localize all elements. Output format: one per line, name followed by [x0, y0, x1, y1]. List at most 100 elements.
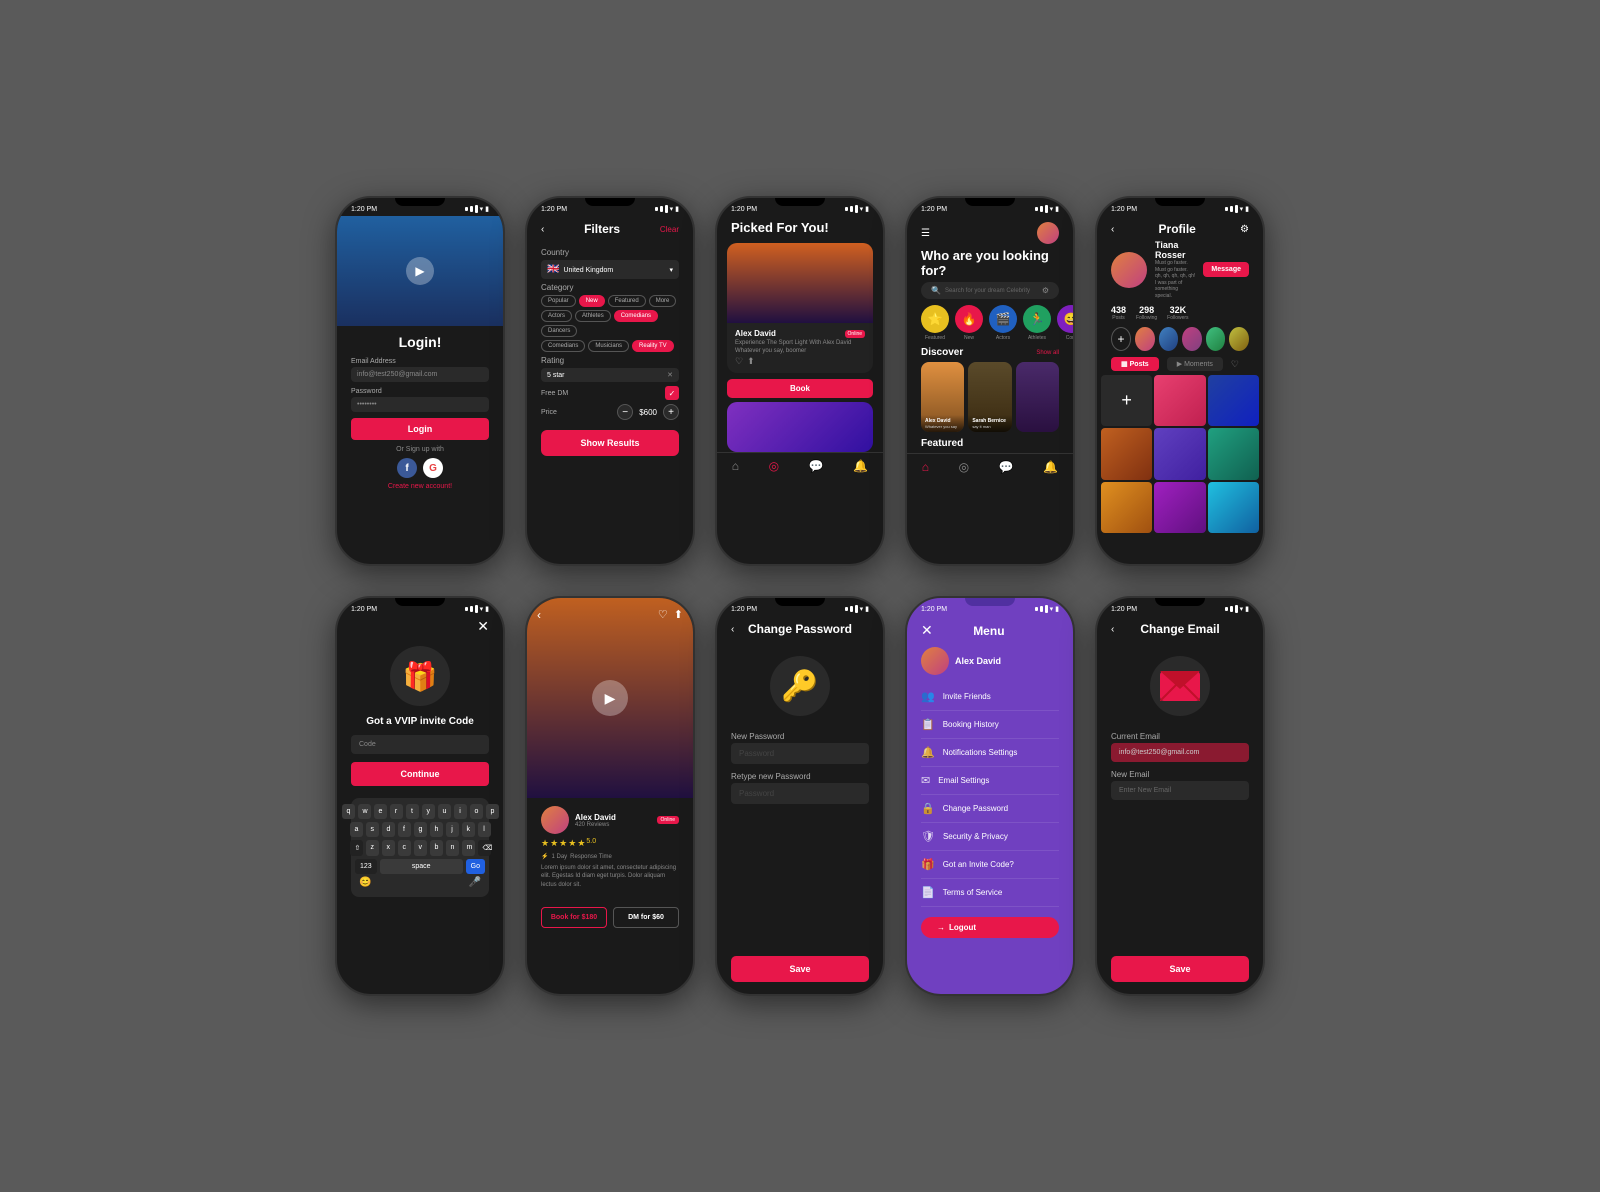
pw-back-button[interactable]: ‹ — [731, 624, 734, 635]
tag-dancers[interactable]: Dancers — [541, 325, 577, 337]
tag-musicians[interactable]: Musicians — [588, 340, 629, 352]
key-u[interactable]: u — [438, 804, 451, 819]
wishlist-icon[interactable]: ♡ — [1231, 359, 1239, 370]
grid-cell-3[interactable] — [1101, 428, 1152, 479]
new-email-input[interactable]: Enter New Email — [1111, 781, 1249, 800]
key-backspace[interactable]: ⌫ — [478, 840, 491, 856]
tag-reality[interactable]: Reality TV — [632, 340, 674, 352]
cat-featured[interactable]: ⭐ Featured — [921, 305, 949, 341]
tab-moments[interactable]: ▶ Moments — [1167, 357, 1223, 371]
password-input[interactable]: •••••••• — [351, 397, 489, 412]
key-q[interactable]: q — [342, 804, 355, 819]
video-share-icon[interactable]: ⬆ — [674, 608, 683, 621]
key-t[interactable]: t — [406, 804, 419, 819]
back-button-filters[interactable]: ‹ — [541, 224, 544, 235]
price-minus[interactable]: − — [617, 404, 633, 420]
price-plus[interactable]: + — [663, 404, 679, 420]
key-s[interactable]: s — [366, 822, 379, 837]
video-play-button[interactable]: ▶ — [592, 680, 628, 716]
settings-icon[interactable]: ⚙ — [1240, 224, 1249, 235]
save-password-button[interactable]: Save — [731, 956, 869, 982]
menu-security[interactable]: 🛡 Security & Privacy — [921, 823, 1059, 851]
add-follow-button[interactable]: + — [1111, 327, 1131, 351]
video-heart-icon[interactable]: ♡ — [658, 608, 668, 621]
menu-change-password[interactable]: 🔒 Change Password — [921, 795, 1059, 823]
grid-cell-2[interactable] — [1208, 375, 1259, 426]
rating-row[interactable]: 5 star ✕ — [541, 368, 679, 382]
nav-home-4[interactable]: ⌂ — [922, 460, 929, 474]
grid-add-cell[interactable]: + — [1101, 375, 1152, 426]
key-w[interactable]: w — [358, 804, 371, 819]
menu-terms[interactable]: 📄 Terms of Service — [921, 879, 1059, 907]
tag-new[interactable]: New — [579, 295, 605, 307]
logout-button[interactable]: → Logout — [921, 917, 1059, 938]
save-email-button[interactable]: Save — [1111, 956, 1249, 982]
code-input[interactable]: Code — [351, 735, 489, 754]
key-go[interactable]: Go — [466, 859, 485, 874]
book-for-button[interactable]: Book for $180 — [541, 907, 607, 928]
tag-popular[interactable]: Popular — [541, 295, 576, 307]
menu-email-settings[interactable]: ✉ Email Settings — [921, 767, 1059, 795]
key-p[interactable]: p — [486, 804, 499, 819]
free-dm-checkbox[interactable]: ✓ — [665, 386, 679, 400]
close-button[interactable]: ✕ — [477, 618, 489, 635]
key-j[interactable]: j — [446, 822, 459, 837]
tag-featured[interactable]: Featured — [608, 295, 646, 307]
key-h[interactable]: h — [430, 822, 443, 837]
tag-more[interactable]: More — [649, 295, 677, 307]
nav-messages-4[interactable]: 💬 — [999, 460, 1014, 474]
message-button[interactable]: Message — [1203, 262, 1249, 277]
key-shift[interactable]: ⇧ — [350, 840, 363, 856]
menu-icon[interactable]: ☰ — [921, 228, 930, 239]
key-space[interactable]: space — [380, 859, 463, 874]
key-f[interactable]: f — [398, 822, 411, 837]
tag-comedians[interactable]: Comedians — [614, 310, 658, 322]
current-email-input[interactable]: info@test250@gmail.com — [1111, 743, 1249, 762]
discover-card-1[interactable]: Alex David Whatever you say — [921, 362, 964, 432]
email-input[interactable]: info@test250@gmail.com — [351, 367, 489, 382]
new-pw-input[interactable]: Password — [731, 743, 869, 764]
key-n[interactable]: n — [446, 840, 459, 856]
key-r[interactable]: r — [390, 804, 403, 819]
discover-card-2[interactable]: Sarah Bernice say it man — [968, 362, 1011, 432]
tag-comedians2[interactable]: Comedians — [541, 340, 585, 352]
key-z[interactable]: z — [366, 840, 379, 856]
retype-pw-input[interactable]: Password — [731, 783, 869, 804]
menu-booking-history[interactable]: 📋 Booking History — [921, 711, 1059, 739]
nav-notifications-4[interactable]: 🔔 — [1043, 460, 1058, 474]
grid-cell-8[interactable] — [1208, 482, 1259, 533]
video-back-button[interactable]: ‹ — [537, 608, 541, 622]
cat-new[interactable]: 🔥 New — [955, 305, 983, 341]
key-m[interactable]: m — [462, 840, 475, 856]
show-all-link[interactable]: Show all — [1036, 350, 1059, 356]
tab-posts[interactable]: ▦ Posts — [1111, 357, 1159, 371]
cat-actors[interactable]: 🎬 Actors — [989, 305, 1017, 341]
key-123[interactable]: 123 — [355, 859, 377, 874]
create-account-link[interactable]: Create new account! — [351, 483, 489, 490]
menu-close-button[interactable]: ✕ — [921, 622, 933, 639]
cat-athletes[interactable]: 🏃 Athletes — [1023, 305, 1051, 341]
share-icon[interactable]: ⬆ — [747, 356, 755, 367]
tag-actors[interactable]: Actors — [541, 310, 572, 322]
key-e[interactable]: e — [374, 804, 387, 819]
key-o[interactable]: o — [470, 804, 483, 819]
book-button[interactable]: Book — [727, 379, 873, 398]
menu-notifications[interactable]: 🔔 Notifications Settings — [921, 739, 1059, 767]
tag-athletes[interactable]: Athletes — [575, 310, 611, 322]
nav-home[interactable]: ⌂ — [732, 459, 739, 473]
grid-cell-6[interactable] — [1101, 482, 1152, 533]
user-avatar[interactable] — [1037, 222, 1059, 244]
grid-cell-4[interactable] — [1154, 428, 1205, 479]
continue-button[interactable]: Continue — [351, 762, 489, 786]
heart-icon[interactable]: ♡ — [735, 356, 743, 367]
cat-com[interactable]: 😄 Com — [1057, 305, 1073, 341]
grid-cell-7[interactable] — [1154, 482, 1205, 533]
profile-back-button[interactable]: ‹ — [1111, 224, 1114, 235]
play-button[interactable]: ▶ — [406, 257, 434, 285]
google-button[interactable]: G — [423, 458, 443, 478]
key-a[interactable]: a — [350, 822, 363, 837]
key-l[interactable]: l — [478, 822, 491, 837]
clear-button[interactable]: Clear — [660, 225, 679, 234]
mic-key[interactable]: 🎤 — [469, 877, 481, 888]
menu-invite-code[interactable]: 🎁 Got an Invite Code? — [921, 851, 1059, 879]
